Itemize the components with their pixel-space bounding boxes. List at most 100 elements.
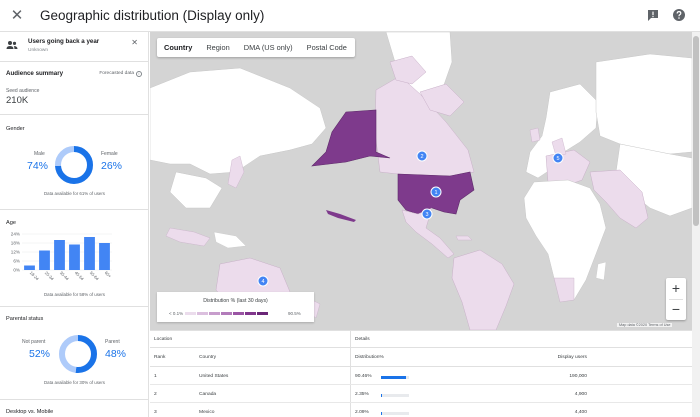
parental-availability: Data available for 30% of users bbox=[43, 380, 105, 385]
table-row[interactable]: 1 United States 90.46% 190,000 bbox=[150, 367, 692, 385]
row-country: Mexico bbox=[199, 410, 215, 415]
row-rank: 2 bbox=[154, 392, 157, 397]
marker-1[interactable]: 1 bbox=[430, 186, 442, 198]
age-bar bbox=[84, 237, 95, 270]
gender-card: Gender Male 74% Female 26% Data availabl… bbox=[0, 114, 148, 209]
parental-title: Parental status bbox=[6, 316, 44, 322]
audience-sidebar: Users going back a year Unknown ✕ Audien… bbox=[0, 32, 149, 417]
marker-5[interactable]: 5 bbox=[552, 152, 564, 164]
row-rank: 3 bbox=[154, 410, 157, 415]
location-type-tabs: Country Region DMA (US only) Postal Code bbox=[157, 38, 355, 57]
row-display-users: 4,900 bbox=[574, 392, 587, 397]
segment-header: Users going back a year Unknown ✕ bbox=[0, 32, 148, 62]
not-parent-label: Not parent bbox=[22, 339, 46, 345]
age-x-tick: 65+ bbox=[104, 270, 113, 279]
help-icon[interactable] bbox=[672, 8, 686, 22]
table-row[interactable]: 3 Mexico 2.09% 4,400 bbox=[150, 403, 692, 417]
gender-title: Gender bbox=[6, 126, 25, 132]
legend-swatch bbox=[209, 312, 220, 315]
col-distribution[interactable]: Distribution% bbox=[355, 355, 384, 360]
legend-min: < 0.1% bbox=[169, 311, 184, 316]
distribution-bar bbox=[381, 412, 409, 415]
row-distribution: 2.35% bbox=[355, 392, 369, 397]
gender-donut bbox=[55, 146, 93, 184]
col-country[interactable]: Country bbox=[199, 355, 216, 360]
age-x-tick: 55-64 bbox=[89, 270, 101, 282]
gender-availability: Data available for 61% of users bbox=[43, 191, 105, 196]
age-bar bbox=[39, 250, 50, 270]
age-y-tick: 12% bbox=[11, 250, 20, 255]
table-row[interactable]: 2 Canada 2.35% 4,900 bbox=[150, 385, 692, 403]
seed-audience-value: 210K bbox=[6, 95, 29, 106]
forecast-note-label: Forecasted data bbox=[99, 71, 134, 76]
age-bar bbox=[24, 265, 35, 270]
svg-text:4: 4 bbox=[261, 279, 264, 285]
tab-postal-code[interactable]: Postal Code bbox=[307, 43, 347, 52]
segment-title: Users going back a year bbox=[28, 38, 100, 45]
people-icon bbox=[6, 41, 18, 49]
zoom-controls: + − bbox=[666, 278, 686, 320]
group-details: Details bbox=[355, 337, 370, 342]
marker-2[interactable]: 2 bbox=[416, 150, 428, 162]
age-x-tick: 18-24 bbox=[29, 270, 41, 282]
page-scrollbar[interactable] bbox=[692, 32, 700, 417]
row-display-users: 4,400 bbox=[574, 410, 587, 415]
device-title: Desktop vs. Mobile bbox=[6, 409, 54, 415]
map-legend: Distribution % (last 30 days) < 0.1% 90.… bbox=[157, 292, 314, 322]
svg-text:1: 1 bbox=[434, 190, 437, 196]
distribution-bar-fill bbox=[381, 376, 407, 379]
age-bar bbox=[69, 244, 80, 270]
male-percent: 74% bbox=[27, 160, 49, 172]
close-segment-icon[interactable]: ✕ bbox=[131, 38, 138, 47]
zoom-out-button[interactable]: − bbox=[666, 299, 686, 319]
header-bar: ✕ Geographic distribution (Display only) bbox=[0, 0, 700, 32]
age-y-tick: 0% bbox=[13, 268, 20, 273]
legend-swatch bbox=[245, 312, 256, 315]
tab-country[interactable]: Country bbox=[164, 43, 192, 52]
marker-4[interactable]: 4 bbox=[257, 275, 269, 287]
legend-color-scale bbox=[185, 312, 268, 315]
device-card: Desktop vs. Mobile bbox=[0, 399, 148, 417]
age-y-tick: 6% bbox=[13, 259, 20, 264]
parental-donut bbox=[59, 335, 97, 373]
map-attribution[interactable]: Map data ©2020 Terms of Use bbox=[617, 323, 673, 327]
parent-percent: 48% bbox=[105, 348, 127, 360]
summary-title: Audience summary bbox=[6, 70, 64, 77]
row-distribution: 90.46% bbox=[355, 374, 372, 379]
legend-swatch bbox=[197, 312, 208, 315]
age-card: Age 24% 18% 12% 6% 0% 18-24 25-34 35-44 45-54 55-… bbox=[0, 209, 148, 306]
female-label: Female bbox=[101, 151, 118, 157]
zoom-in-button[interactable]: + bbox=[666, 278, 686, 298]
info-icon[interactable]: i bbox=[136, 70, 142, 77]
col-display-users[interactable]: Display users bbox=[540, 355, 587, 360]
age-bar bbox=[54, 240, 65, 270]
age-y-tick: 24% bbox=[11, 232, 20, 237]
parental-card: Parental status Not parent 52% Parent 48… bbox=[0, 306, 148, 399]
male-label: Male bbox=[34, 151, 45, 157]
legend-title: Distribution % (last 30 days) bbox=[203, 298, 268, 304]
map-markers: 1 2 3 4 5 bbox=[257, 150, 564, 287]
tab-dma[interactable]: DMA (US only) bbox=[244, 43, 293, 52]
parent-label: Parent bbox=[105, 339, 120, 345]
close-icon[interactable]: ✕ bbox=[9, 7, 25, 24]
row-country: Canada bbox=[199, 392, 217, 397]
world-map[interactable]: 1 2 3 4 5 bbox=[150, 32, 692, 330]
marker-3[interactable]: 3 bbox=[421, 208, 433, 220]
age-bar bbox=[99, 243, 110, 270]
group-location: Location bbox=[154, 337, 173, 342]
svg-text:2: 2 bbox=[420, 154, 423, 160]
row-display-users: 190,000 bbox=[569, 374, 587, 379]
table-group-header: Location Details bbox=[150, 331, 692, 348]
female-percent: 26% bbox=[101, 160, 123, 172]
col-rank[interactable]: Rank bbox=[154, 355, 165, 360]
age-title: Age bbox=[6, 220, 16, 226]
svg-text:5: 5 bbox=[556, 156, 559, 162]
scrollbar-thumb[interactable] bbox=[693, 36, 699, 226]
legend-swatch bbox=[257, 312, 268, 315]
age-availability: Data available for 58% of users bbox=[43, 292, 105, 297]
legend-max: 90.5% bbox=[288, 311, 301, 316]
distribution-bar bbox=[381, 394, 409, 397]
row-rank: 1 bbox=[154, 374, 157, 379]
feedback-icon[interactable] bbox=[646, 8, 660, 22]
tab-region[interactable]: Region bbox=[206, 43, 229, 52]
